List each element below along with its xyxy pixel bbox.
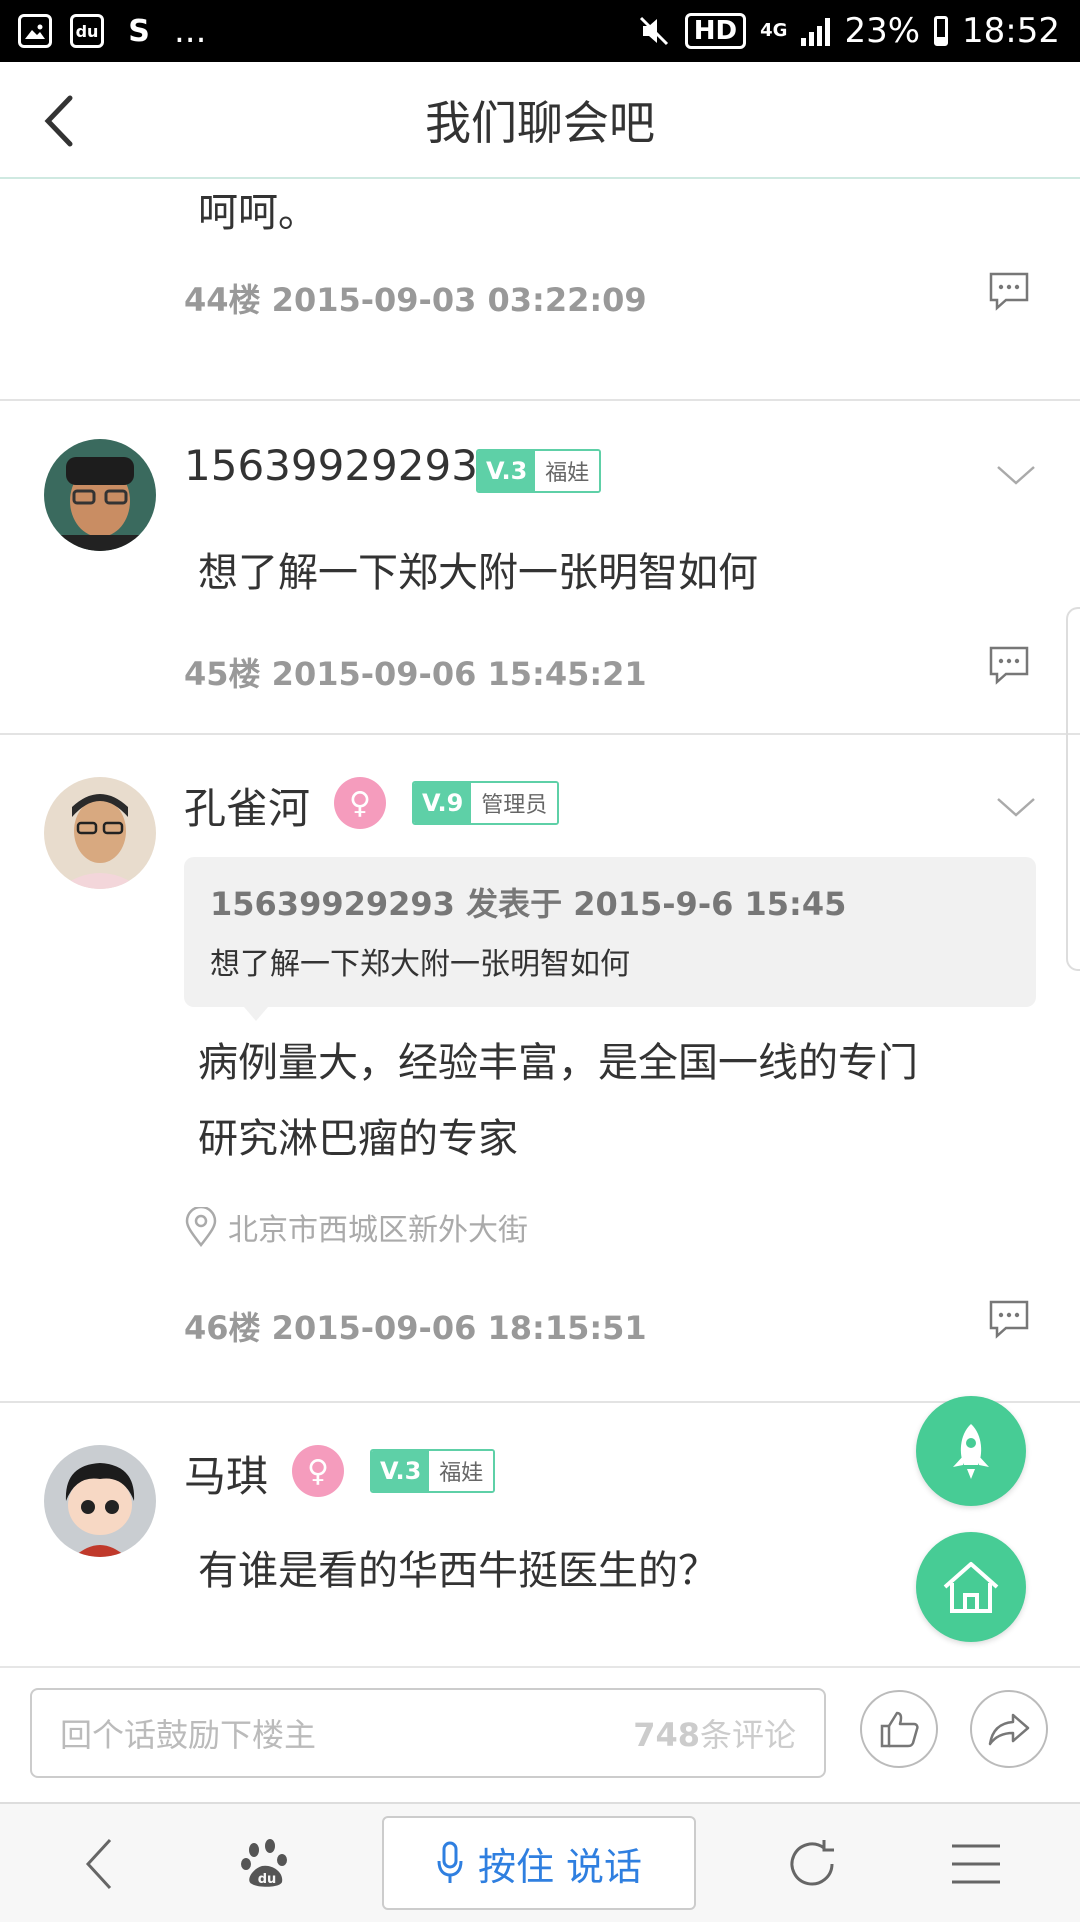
refresh-button[interactable] (782, 1834, 842, 1894)
female-gender-icon: ♀ (292, 1445, 344, 1497)
chevron-left-icon (44, 95, 73, 147)
level-badge: V.3 福娃 (476, 449, 602, 493)
post-meta: 44楼 2015-09-03 03:22:09 (184, 281, 647, 319)
rocket-icon (953, 1424, 989, 1479)
home-icon (943, 1562, 999, 1613)
hold-to-talk-button[interactable]: 按住 说话 (382, 1816, 696, 1910)
username[interactable]: 马琪 (184, 1443, 268, 1504)
page-title: 我们聊会吧 (425, 95, 655, 150)
talk-label: 按住 说话 (477, 1844, 643, 1889)
like-button[interactable] (860, 1690, 938, 1768)
thumbs-up-icon (880, 1711, 919, 1748)
post-46: 孔雀河 ♀ V.9 管理员 15639929293 发表于 2015-9-6 1… (0, 735, 1080, 1403)
s-app-icon: S (128, 13, 150, 49)
refresh-icon (790, 1840, 834, 1886)
signal-icon (801, 16, 831, 46)
comment-count: 748条评论 (633, 1716, 796, 1754)
chevron-down-icon[interactable] (996, 787, 1036, 827)
username[interactable]: 15639929293 (184, 441, 478, 490)
home-button[interactable] (916, 1532, 1026, 1642)
browser-back-button[interactable] (70, 1834, 130, 1894)
network-type: 4G (760, 20, 788, 41)
comment-placeholder: 回个话鼓励下楼主 (60, 1716, 317, 1754)
baidu-paw-icon: du (241, 1839, 287, 1887)
avatar[interactable] (44, 1445, 156, 1557)
svg-text:du: du (258, 1872, 277, 1887)
female-gender-icon: ♀ (334, 777, 386, 829)
baidu-paw-icon: du (70, 14, 104, 48)
reply-icon[interactable] (988, 645, 1030, 685)
quote-header: 15639929293 发表于 2015-9-6 15:45 (210, 885, 847, 923)
comment-input[interactable]: 回个话鼓励下楼主 748条评论 (30, 1688, 826, 1778)
share-button[interactable] (970, 1690, 1048, 1768)
mute-icon (639, 16, 668, 46)
post-text-line-1: 病例量大，经验丰富，是全国一线的专门 (198, 1040, 918, 1086)
reply-icon[interactable] (988, 1299, 1030, 1339)
level-badge: V.9 管理员 (412, 781, 560, 825)
post-44: 呵呵。 44楼 2015-09-03 03:22:09 (0, 179, 1080, 401)
hamburger-menu-icon (952, 1844, 1000, 1884)
microphone-icon (437, 1841, 463, 1883)
back-to-top-button[interactable] (916, 1396, 1026, 1506)
browser-toolbar: du 按住 说话 (0, 1802, 1080, 1922)
level-badge: V.3 福娃 (370, 1449, 496, 1493)
battery-percent: 23% (844, 11, 921, 51)
avatar[interactable] (44, 777, 156, 889)
avatar[interactable] (44, 439, 156, 551)
reply-icon[interactable] (988, 271, 1030, 311)
location-pin-icon (185, 1207, 217, 1247)
post-text: 有谁是看的华西牛挺医生的？ (198, 1548, 718, 1594)
hd-indicator: HD (684, 13, 747, 49)
post-text: 呵呵。 (198, 190, 318, 236)
post-text: 想了解一下郑大附一张明智如何 (198, 550, 758, 596)
share-arrow-icon (988, 1713, 1030, 1746)
comment-bar: 回个话鼓励下楼主 748条评论 (0, 1666, 1080, 1804)
quoted-reply: 15639929293 发表于 2015-9-6 15:45 想了解一下郑大附一… (184, 857, 1036, 1021)
chevron-left-icon (85, 1838, 112, 1890)
back-button[interactable] (30, 86, 100, 156)
battery-icon (934, 16, 949, 46)
menu-button[interactable] (946, 1834, 1006, 1894)
post-45: 15639929293 V.3 福娃 想了解一下郑大附一张明智如何 45楼 20… (0, 401, 1080, 735)
clock: 18:52 (962, 11, 1060, 51)
post-text-line-2: 研究淋巴瘤的专家 (198, 1116, 518, 1162)
username[interactable]: 孔雀河 (184, 775, 310, 836)
chevron-down-icon[interactable] (996, 455, 1036, 495)
post-meta: 45楼 2015-09-06 15:45:21 (184, 655, 647, 693)
header: 我们聊会吧 (0, 62, 1080, 179)
baidu-home-button[interactable]: du (236, 1834, 296, 1894)
post-meta: 46楼 2015-09-06 18:15:51 (184, 1309, 647, 1347)
scroll-indicator[interactable] (1066, 607, 1080, 971)
status-overflow: ... (174, 11, 207, 51)
status-bar: du S ... HD 4G 23% 18:52 (0, 0, 1080, 62)
location: 北京市西城区新外大街 (184, 1205, 528, 1249)
image-icon (18, 14, 52, 48)
quote-body: 想了解一下郑大附一张明智如何 (210, 947, 630, 982)
